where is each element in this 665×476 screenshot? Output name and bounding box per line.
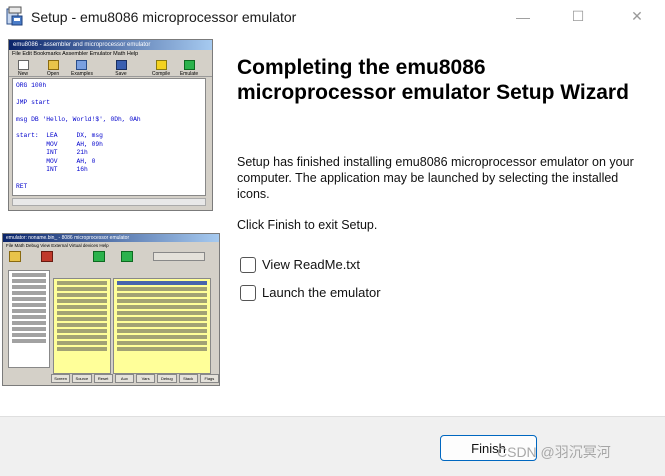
- emulator-debug-button: Debug: [157, 374, 177, 383]
- step-delay-slider: [153, 252, 205, 261]
- examples-tool-icon: Examples: [71, 60, 93, 77]
- editor-screenshot-image: emu8086 - assembler and microprocessor e…: [8, 39, 213, 211]
- close-button[interactable]: ✕: [614, 0, 660, 33]
- wizard-body-text: Setup has finished installing emu8086 mi…: [237, 155, 634, 201]
- wizard-content: emu8086 - assembler and microprocessor e…: [0, 33, 665, 416]
- button-bar: Finish CSDN @羽沉冥河: [0, 416, 665, 476]
- emulate-tool-icon: Emulate: [179, 60, 199, 77]
- new-tool-icon: New: [13, 60, 33, 77]
- editor-screenshot-menu: File Edit Bookmarks Assembler Emulator M…: [12, 51, 139, 57]
- watermark: CSDN @羽沉冥河: [497, 444, 611, 460]
- emulator-source-button: Source: [72, 374, 92, 383]
- emulator-aux-button: Aux: [114, 374, 134, 383]
- view-readme-checkbox[interactable]: [240, 257, 256, 273]
- editor-screenshot-toolbar: New Open Examples Save Compile Emulate: [9, 59, 212, 77]
- emulator-registers-panel: [8, 270, 50, 368]
- emulator-screenshot-menu: File Math Debug View External Virtual de…: [6, 243, 109, 248]
- single-step-tool-icon: [93, 251, 105, 262]
- emulator-reset-button: Reset: [93, 374, 113, 383]
- maximize-button[interactable]: ☐: [555, 0, 601, 33]
- save-tool-icon: Save: [111, 60, 131, 77]
- launch-emulator-label[interactable]: Launch the emulator: [262, 285, 381, 300]
- compile-tool-icon: Compile: [151, 60, 171, 77]
- launch-emulator-checkbox[interactable]: [240, 285, 256, 301]
- editor-screenshot-scrollbar: [12, 198, 206, 206]
- emulator-disassembly-panel: [113, 278, 211, 374]
- wizard-heading: Completing the emu8086 microprocessor em…: [237, 56, 629, 104]
- emulator-vars-button: Vars: [136, 374, 156, 383]
- emulator-screenshot-toolbar: [3, 249, 219, 263]
- view-readme-label[interactable]: View ReadMe.txt: [262, 257, 360, 272]
- emulator-flags-button: Flags: [199, 374, 219, 383]
- minimize-button[interactable]: —: [500, 0, 546, 33]
- setup-app-icon: [6, 6, 24, 26]
- emulator-screenshot-title: emulator: noname.bin_ - 8086 microproces…: [3, 234, 219, 242]
- emulator-bottom-buttons: Screen Source Reset Aux Vars Debug Stack…: [51, 374, 219, 383]
- editor-screenshot-title: emu8086 - assembler and microprocessor e…: [9, 40, 212, 50]
- emulator-memory-panel: [53, 278, 111, 374]
- emulator-screenshot-image: emulator: noname.bin_ - 8086 microproces…: [2, 233, 220, 386]
- reload-tool-icon: [41, 251, 53, 262]
- editor-screenshot-code: ORG 100h JMP start msg DB 'Hello, World!…: [12, 78, 206, 196]
- window-title: Setup - emu8086 microprocessor emulator: [31, 9, 297, 25]
- load-tool-icon: [9, 251, 21, 262]
- run-tool-icon: [121, 251, 133, 262]
- title-bar: Setup - emu8086 microprocessor emulator …: [0, 0, 665, 33]
- finish-instruction: Click Finish to exit Setup.: [237, 218, 378, 232]
- emulator-screen-button: Screen: [51, 374, 71, 383]
- emulator-stack-button: Stack: [178, 374, 198, 383]
- open-tool-icon: Open: [43, 60, 63, 77]
